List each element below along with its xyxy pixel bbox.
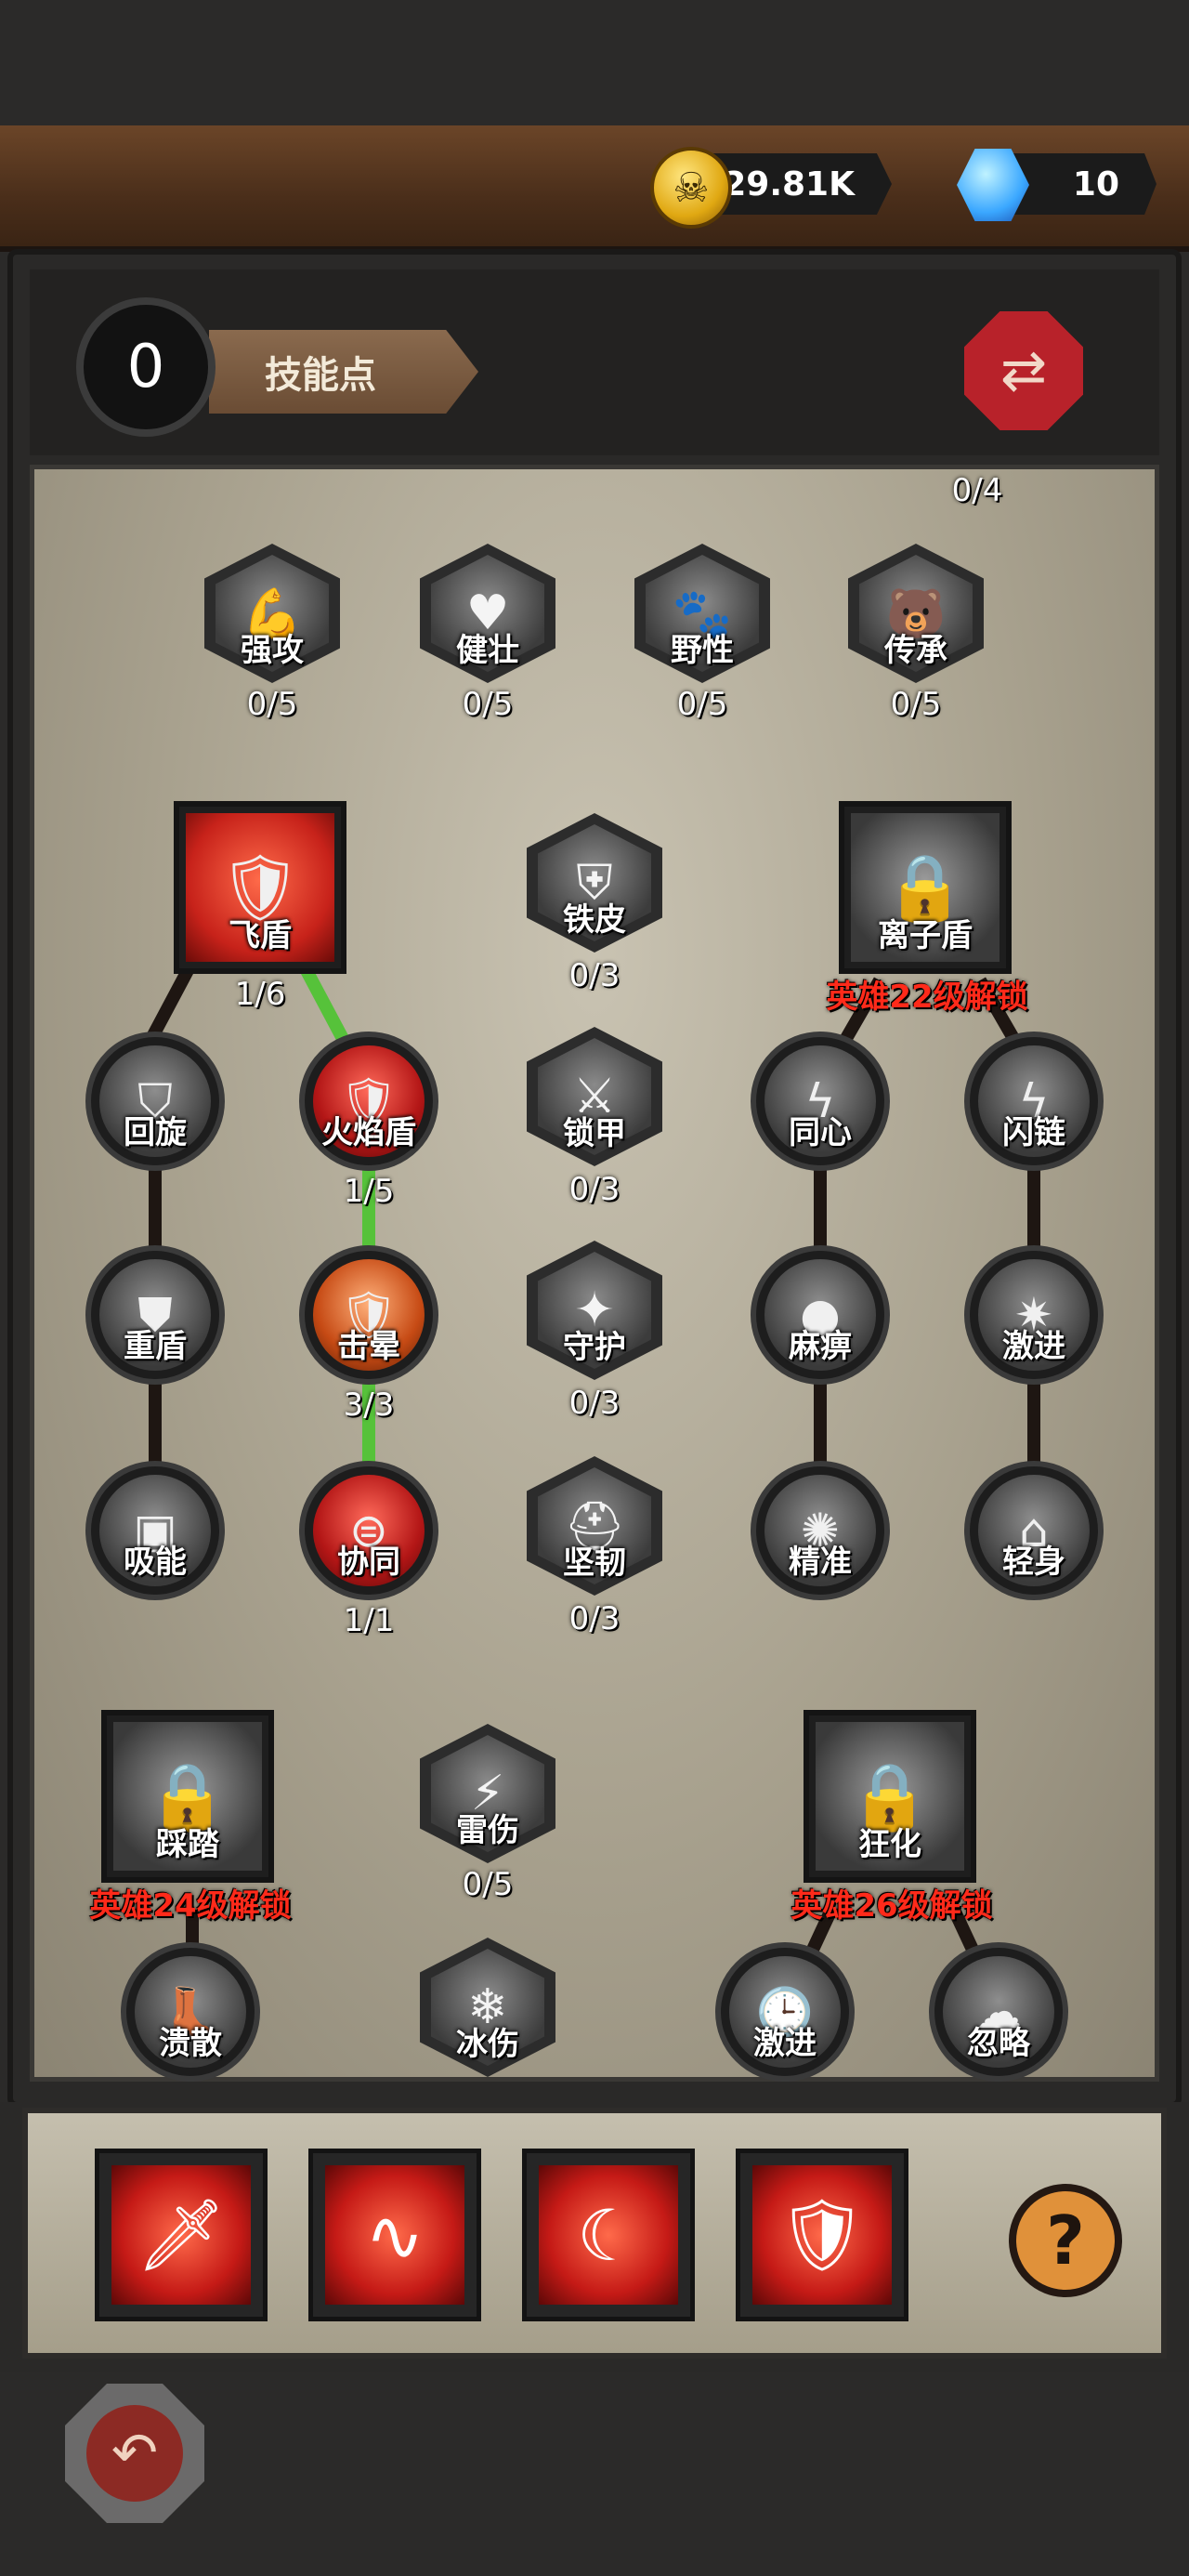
skill-node-precision[interactable]: ✺ 精准: [751, 1461, 890, 1600]
top-counter: 0/4: [951, 472, 1003, 509]
skill-label: 回旋: [124, 1114, 187, 1151]
skill-label: 离子盾: [878, 917, 973, 954]
skill-node-aggressive[interactable]: ✷ 激进: [964, 1245, 1104, 1385]
skill-label: 踩踏: [156, 1826, 219, 1863]
skill-node-light-body[interactable]: ⌂ 轻身: [964, 1461, 1104, 1600]
skill-count: 1/6: [234, 976, 286, 1013]
skill-node-ion-shield[interactable]: 🔒 离子盾: [839, 801, 1012, 974]
skill-label: 精准: [789, 1544, 852, 1581]
active-skill-1[interactable]: 🗡: [95, 2149, 268, 2321]
skill-node-rout[interactable]: 👢 溃散: [121, 1942, 260, 2082]
skill-label: 吸能: [124, 1544, 187, 1581]
skill-label: 火焰盾: [321, 1114, 416, 1151]
skill-count: 1/5: [343, 1173, 395, 1210]
unlock-requirement: 英雄22级解锁: [826, 979, 1028, 1016]
skill-count: 0/5: [246, 686, 298, 723]
skill-node-aggressive-2[interactable]: 🕒 激进: [715, 1942, 855, 2082]
gold-value: 29.81K: [723, 164, 855, 204]
swirl-icon: ∿: [325, 2165, 464, 2305]
skill-node-concentric[interactable]: ϟ 同心: [751, 1032, 890, 1171]
skill-label: 狂化: [858, 1826, 921, 1863]
skill-node-spin[interactable]: ⛉ 回旋: [85, 1032, 225, 1171]
skill-count: 0/5: [890, 686, 942, 723]
question-icon[interactable]: ?: [1009, 2184, 1122, 2297]
skill-label: 击晕: [337, 1328, 400, 1365]
sword-dash-icon: 🗡: [111, 2165, 251, 2305]
skill-node-fire-shield[interactable]: 🛡 火焰盾: [299, 1032, 438, 1171]
skill-label: 协同: [337, 1544, 400, 1581]
skill-label: 忽略: [967, 2025, 1030, 2062]
skill-count: 0/3: [568, 957, 621, 994]
skill-label: 同心: [789, 1114, 852, 1151]
active-skill-3[interactable]: ☾: [522, 2149, 695, 2321]
skill-node-synergy[interactable]: ⊜ 协同: [299, 1461, 438, 1600]
skill-points-value: 0: [126, 333, 165, 401]
gem-value: 10: [1072, 164, 1119, 204]
skill-points-label: 技能点: [209, 330, 478, 414]
skill-count: 0/3: [568, 1600, 621, 1637]
skill-count: 0/3: [568, 1385, 621, 1422]
skill-node-berserk[interactable]: 🔒 狂化: [804, 1710, 976, 1883]
skill-node-ignore[interactable]: ☁ 忽略: [929, 1942, 1068, 2082]
skill-label: 飞盾: [229, 917, 292, 954]
shield-icon: 🛡: [752, 2165, 892, 2305]
skill-count: 0/5: [676, 686, 728, 723]
skill-points-text: 技能点: [265, 354, 376, 397]
skill-label: 激进: [1002, 1328, 1065, 1365]
unlock-requirement: 英雄24级解锁: [89, 1887, 292, 1925]
skill-label: 麻痹: [789, 1328, 852, 1365]
crescent-slash-icon: ☾: [539, 2165, 678, 2305]
active-skill-4[interactable]: 🛡: [736, 2149, 908, 2321]
skill-node-stun[interactable]: 🛡 击晕: [299, 1245, 438, 1385]
skill-points-counter: 0: [76, 297, 216, 437]
skill-node-paralyze[interactable]: ● 麻痹: [751, 1245, 890, 1385]
skill-node-heavy-shield[interactable]: ⛊ 重盾: [85, 1245, 225, 1385]
skill-label: 重盾: [124, 1328, 187, 1365]
back-arrow-icon: ↶: [86, 2405, 183, 2502]
skill-count: 1/1: [343, 1602, 395, 1639]
skull-coin-icon: ☠: [650, 147, 732, 229]
back-button[interactable]: ↶: [65, 2384, 204, 2523]
skill-node-flying-shield[interactable]: 🛡 飞盾: [174, 801, 346, 974]
skill-count: 0/5: [462, 686, 514, 723]
skill-count: 0/3: [568, 1171, 621, 1208]
skill-label: 轻身: [1002, 1544, 1065, 1581]
skill-count: 3/3: [343, 1387, 395, 1424]
skill-count: 0/5: [462, 1866, 514, 1903]
skill-node-chain-flash[interactable]: ϟ 闪链: [964, 1032, 1104, 1171]
skill-label: 激进: [753, 2025, 817, 2062]
active-skill-2[interactable]: ∿: [308, 2149, 481, 2321]
skill-node-stomp[interactable]: 🔒 踩踏: [101, 1710, 274, 1883]
skill-label: 闪链: [1002, 1114, 1065, 1151]
unlock-requirement: 英雄26级解锁: [790, 1887, 993, 1925]
skill-node-absorb[interactable]: ▣ 吸能: [85, 1461, 225, 1600]
skill-label: 溃散: [159, 2025, 222, 2062]
